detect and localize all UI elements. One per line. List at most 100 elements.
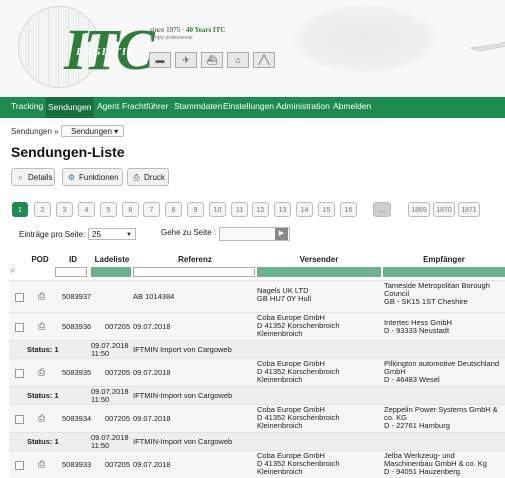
- page-5[interactable]: 5: [100, 202, 117, 217]
- cell-id[interactable]: 5083934: [62, 415, 91, 423]
- breadcrumb-root[interactable]: Sendungen »: [11, 127, 59, 136]
- page-7[interactable]: 7: [143, 202, 160, 217]
- cell-versender: Coba Europe GmbH D 41352 Korschenbroich Kl…: [257, 405, 340, 430]
- col-pod[interactable]: POD: [29, 253, 51, 266]
- main-nav: Tracking Sendungen Agent Frachtführer St…: [0, 97, 505, 118]
- page-14[interactable]: 14: [296, 202, 313, 217]
- druck-button[interactable]: ⎙ Druck: [127, 168, 169, 186]
- page-1[interactable]: 1: [12, 202, 28, 217]
- page-9[interactable]: 9: [187, 202, 204, 217]
- page-10[interactable]: 10: [209, 202, 226, 217]
- page-1870[interactable]: 1870: [433, 202, 455, 217]
- status-row: Status: 1 09.07.2018 11:50 IFTMIN-Import …: [9, 432, 505, 451]
- nav-agent[interactable]: Agent: [97, 101, 119, 111]
- page-15[interactable]: 15: [318, 202, 335, 217]
- page-2[interactable]: 2: [34, 202, 51, 217]
- cell-id[interactable]: 5083937: [62, 293, 91, 301]
- cell-referenz: AB 1014384: [133, 292, 175, 301]
- page-6[interactable]: 6: [122, 202, 139, 217]
- header-banner: ITC LOGISTIC since 1975 · 40 Years ITC s…: [0, 0, 505, 97]
- status-time: 09.07.2018 11:50: [91, 387, 129, 404]
- cell-id[interactable]: 5083935: [62, 369, 91, 377]
- printer-icon[interactable]: ⎙: [38, 291, 45, 302]
- nav-abmelden[interactable]: Abmelden: [333, 101, 371, 111]
- row-checkbox[interactable]: [15, 415, 24, 424]
- printer-icon: ⎙: [133, 173, 140, 182]
- cell-versender: Coba Europe GmbH D 41352 Korschenbroich Kl…: [257, 313, 340, 338]
- status-text: IFTMIN-Import von Cargoweb: [133, 391, 233, 400]
- cell-ladeliste[interactable]: 007205: [105, 415, 130, 423]
- printer-icon[interactable]: ⎙: [38, 459, 45, 470]
- table-row[interactable]: ⎙ 5083935 007205 09.07.2018 Coba Europe …: [9, 358, 505, 387]
- printer-icon[interactable]: ⎙: [38, 367, 45, 378]
- goto-page-label: Gehe zu Seite :: [161, 228, 217, 237]
- table-row[interactable]: ⎙ 5083936 007205 09.07.2018 Coba Europe …: [9, 312, 505, 341]
- cell-empfaenger: Pilkington automotive Deutschland GmbH D -…: [384, 359, 500, 384]
- filter-empfaenger[interactable]: [383, 267, 505, 277]
- nav-einstellungen[interactable]: Einstellungen: [223, 101, 274, 111]
- page-4[interactable]: 4: [78, 202, 95, 217]
- filter-versender[interactable]: [257, 267, 381, 277]
- nav-administration[interactable]: Administration: [276, 101, 330, 111]
- cell-id[interactable]: 5083936: [62, 323, 91, 331]
- status-text: IFTMIN Import von Cargoweb: [133, 345, 232, 354]
- status-label: Status: 1: [27, 391, 59, 400]
- world-map-graphic: [290, 4, 440, 74]
- cell-ladeliste[interactable]: 007205: [105, 461, 130, 469]
- col-empfaenger[interactable]: Empfänger: [383, 253, 505, 266]
- page-13[interactable]: 13: [274, 202, 291, 217]
- filter-referenz[interactable]: [133, 267, 255, 277]
- logo-subtext: LOGISTIC: [76, 46, 136, 58]
- page-12[interactable]: 12: [252, 202, 269, 217]
- nav-frachtfuehrer[interactable]: Frachtführer: [122, 101, 168, 111]
- filter-id[interactable]: [55, 267, 87, 277]
- col-versender[interactable]: Versender: [257, 253, 381, 266]
- ship-icon: ⛴: [201, 52, 223, 68]
- printer-icon[interactable]: ⎙: [38, 321, 45, 332]
- row-checkbox[interactable]: [15, 323, 24, 332]
- page-3[interactable]: 3: [56, 202, 73, 217]
- page-1869[interactable]: 1869: [408, 202, 430, 217]
- cell-date: 09.07.2018: [133, 414, 171, 423]
- table-row[interactable]: ⎙ 5083937 AB 1014384 Nagels UK LTD GB HU7…: [9, 280, 505, 313]
- printer-icon[interactable]: ⎙: [38, 413, 45, 424]
- page-1871[interactable]: 1871: [458, 202, 480, 217]
- tagline: simply professional: [150, 35, 193, 41]
- goto-page-button[interactable]: ▶: [275, 228, 288, 240]
- row-checkbox[interactable]: [15, 293, 24, 302]
- status-time: 09.07.2018 11:50: [91, 433, 129, 450]
- nav-stammdaten[interactable]: Stammdaten: [174, 101, 222, 111]
- company-logo[interactable]: ITC LOGISTIC: [64, 16, 155, 84]
- row-checkbox[interactable]: [15, 369, 24, 378]
- status-label: Status: 1: [27, 437, 59, 446]
- cell-id[interactable]: 5083933: [62, 461, 91, 469]
- table-row[interactable]: ⎙ 5083934 007205 09.07.2018 Coba Europe …: [9, 404, 505, 433]
- funktionen-button[interactable]: ⚙ Funktionen: [62, 168, 123, 186]
- table-row[interactable]: ⎙ 5083933 007205 09.07.2018 Coba Europe …: [9, 450, 505, 478]
- col-referenz[interactable]: Referenz: [133, 253, 257, 266]
- filter-search-icon: ⌕: [10, 265, 16, 276]
- col-ladeliste[interactable]: Ladeliste: [91, 253, 133, 266]
- details-button[interactable]: ⌕ Details: [11, 168, 55, 186]
- cell-empfaenger: Jelba Werkzeug- und Maschinenbau GmbH & c…: [384, 451, 487, 476]
- filter-ladeliste[interactable]: [91, 267, 131, 277]
- cell-ladeliste[interactable]: 007205: [105, 369, 130, 377]
- status-label: Status: 1: [27, 345, 59, 354]
- col-id[interactable]: ID: [59, 253, 87, 266]
- cell-empfaenger: Tameside Metropolitan Borough Council GB -…: [384, 281, 490, 306]
- page-8[interactable]: 8: [165, 202, 182, 217]
- page-11[interactable]: 11: [231, 202, 248, 217]
- status-text: IFTMIN-Import von Cargoweb: [133, 437, 233, 446]
- cell-ladeliste[interactable]: 007205: [105, 323, 130, 331]
- page-16[interactable]: 16: [340, 202, 357, 217]
- cell-versender: Nagels UK LTD GB HU7 0Y Hull: [257, 286, 312, 303]
- page-ellipsis[interactable]: ...: [373, 202, 391, 217]
- status-time: 09.07.2018 11:50: [91, 341, 129, 358]
- cell-empfaenger: Intertec Hess GmbH D - 93333 Neustadt: [384, 318, 452, 335]
- breadcrumb-dropdown[interactable]: Sendungen ▾: [61, 125, 124, 137]
- nav-tracking[interactable]: Tracking: [11, 101, 43, 111]
- nav-sendungen[interactable]: Sendungen: [46, 97, 94, 118]
- cell-date: 09.07.2018: [133, 368, 171, 377]
- entries-per-page-select[interactable]: 25 ▼: [88, 228, 136, 240]
- row-checkbox[interactable]: [15, 461, 24, 470]
